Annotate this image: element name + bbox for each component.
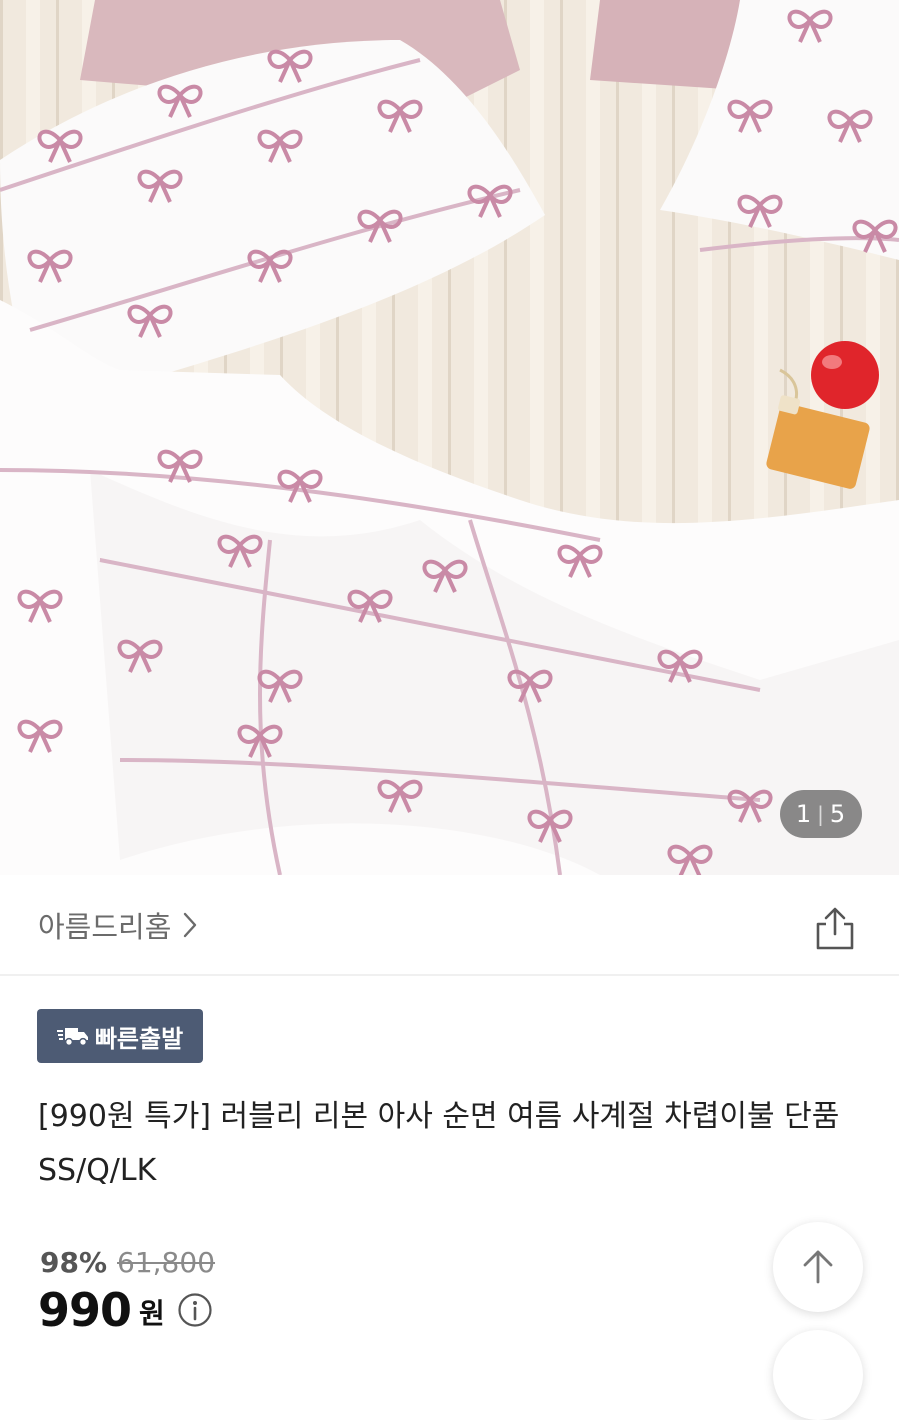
original-price: 61,800	[117, 1246, 216, 1279]
store-row: 아름드리홈	[0, 876, 899, 976]
store-link[interactable]: 아름드리홈	[38, 904, 197, 946]
image-counter-separator: |	[817, 802, 825, 826]
store-name: 아름드리홈	[38, 910, 172, 944]
share-icon	[816, 907, 854, 950]
sale-price-row: 990 원	[38, 1283, 213, 1337]
fast-shipping-badge: 빠른출발	[37, 1009, 203, 1063]
discount-rate: 98%	[40, 1246, 108, 1279]
image-counter-total: 5	[829, 800, 847, 828]
product-photo	[0, 0, 899, 875]
info-icon[interactable]	[177, 1292, 213, 1328]
currency-label: 원	[139, 1297, 165, 1330]
fast-shipping-label: 빠른출발	[94, 1024, 184, 1053]
sale-price: 990	[38, 1283, 132, 1337]
product-image[interactable]: 1 | 5	[0, 0, 899, 875]
image-counter-current: 1	[795, 800, 813, 828]
image-counter: 1 | 5	[780, 790, 862, 838]
arrow-up-icon	[803, 1250, 833, 1284]
share-button[interactable]	[812, 906, 858, 952]
product-title: [990원 특가] 러블리 리본 아사 순면 여름 사계절 차렵이불 단품 SS…	[38, 1099, 840, 1188]
truck-fast-icon	[56, 1028, 88, 1047]
chevron-right-icon	[184, 912, 197, 938]
floating-action-button[interactable]	[773, 1330, 863, 1420]
scroll-top-button[interactable]	[773, 1222, 863, 1312]
price-meta: 98% 61,800	[40, 1246, 215, 1279]
